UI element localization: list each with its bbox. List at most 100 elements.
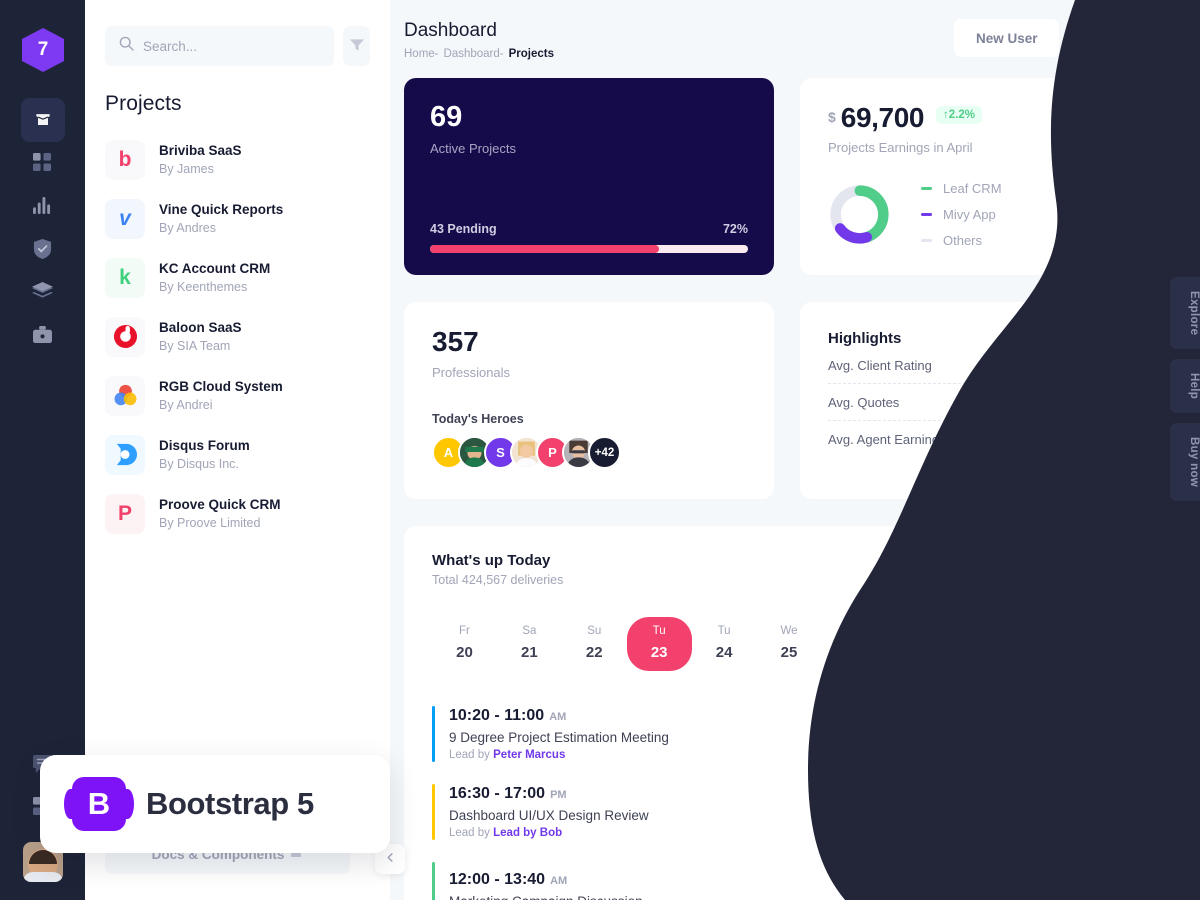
cards-area: 69 Active Projects 43 Pending 72% $ 69,7…	[390, 78, 1200, 900]
cube-icon[interactable]	[20, 97, 65, 142]
event-time: 10:20 - 11:00	[449, 707, 545, 724]
project-logo	[105, 434, 145, 475]
day-weekday: Fri	[912, 625, 926, 637]
briefcase-icon[interactable]	[21, 313, 65, 357]
event-name: Dashboard UI/UX Design Review	[449, 808, 649, 823]
app-logo[interactable]: 7	[22, 28, 64, 72]
day-cell[interactable]: Tu 24	[692, 617, 757, 671]
project-name: Proove Quick CRM	[159, 496, 281, 512]
highlight-suffix: /10	[1127, 357, 1146, 373]
avatar-more-count: +42	[594, 446, 615, 459]
list-item[interactable]: v Vine Quick Reports By Andres	[105, 189, 370, 248]
view-button[interactable]: View	[1081, 873, 1146, 900]
arrow-down-left-icon: ↙	[1098, 394, 1110, 409]
legend-swatch	[921, 186, 932, 190]
professionals-card: 357 Professionals Today's Heroes A S P +…	[404, 302, 774, 499]
day-weekday: Tu	[652, 625, 666, 637]
filter-button[interactable]	[343, 26, 370, 66]
day-cell[interactable]: Sa 21	[497, 617, 562, 671]
side-tab-buy-now[interactable]: Buy now	[1170, 423, 1200, 502]
list-item[interactable]: k KC Account CRM By Keenthemes	[105, 248, 370, 307]
event-color-bar	[432, 862, 435, 900]
project-owner: By Andrei	[159, 398, 213, 413]
new-goal-button[interactable]: New Goal	[1071, 18, 1175, 58]
avatar-initial: S	[496, 445, 505, 460]
highlight-row: Avg. Quotes ↙ 730	[828, 384, 1146, 421]
day-cell[interactable]: Fri 27	[886, 617, 951, 671]
breadcrumb-item[interactable]: Home-	[404, 48, 439, 60]
report-center-button[interactable]: Report Cecnter	[1023, 552, 1146, 588]
side-tab-explore[interactable]: Explore	[1170, 277, 1200, 350]
pending-label: 43 Pending	[430, 222, 497, 236]
list-item[interactable]: P Proove Quick CRM By Proove Limited	[105, 484, 370, 543]
bar-chart-icon[interactable]	[21, 184, 65, 228]
project-owner: By Proove Limited	[159, 516, 261, 531]
layers-icon[interactable]	[21, 270, 65, 314]
project-name: Disqus Forum	[159, 437, 250, 453]
whats-up-today-card: What's up Today Total 424,567 deliveries…	[404, 526, 1174, 900]
legend-label: Others	[943, 232, 983, 248]
event-lead-name[interactable]: Peter Marcus	[493, 749, 565, 761]
list-item: 12:00 - 13:40 AM Marketing Campaign Discu…	[432, 851, 1146, 900]
day-weekday: Th	[847, 625, 861, 637]
search-input[interactable]	[143, 38, 320, 54]
day-cell[interactable]: Tu 23	[626, 617, 692, 671]
shield-check-icon[interactable]	[21, 227, 65, 271]
highlight-value: 730	[1116, 394, 1139, 410]
day-cell[interactable]: Mo 30	[1081, 617, 1146, 671]
legend-item: Mivy App	[921, 201, 1002, 227]
grid-icon[interactable]	[21, 141, 65, 185]
view-button[interactable]: View	[1081, 717, 1146, 751]
day-number: 22	[585, 644, 603, 661]
new-user-button[interactable]: New User	[953, 19, 1060, 57]
active-projects-count: 69	[430, 101, 463, 133]
day-cell[interactable]: Th 26	[821, 617, 886, 671]
day-number: 23	[650, 644, 668, 661]
funnel-icon	[349, 38, 364, 55]
breadcrumb: Home- Dashboard- Projects	[404, 48, 554, 60]
cards-row-1: 69 Active Projects 43 Pending 72% $ 69,7…	[404, 78, 1175, 275]
highlights-card: Highlights Avg. Client Rating ↗ 7.8/10 A…	[800, 302, 1172, 499]
projects-title: Projects	[105, 92, 182, 115]
professionals-count: 357	[432, 326, 479, 357]
day-cell[interactable]: We 25	[757, 617, 822, 671]
progress-block: 43 Pending 72%	[430, 222, 748, 253]
day-number: 26	[845, 644, 863, 661]
rail-slot	[0, 97, 85, 142]
list-item[interactable]: Baloon SaaS By SIA Team	[105, 307, 370, 366]
project-logo: P	[105, 493, 145, 534]
active-projects-card: 69 Active Projects 43 Pending 72%	[404, 78, 774, 275]
legend-item: Others	[921, 227, 1002, 253]
day-weekday: Fr	[459, 625, 470, 637]
avatar-more[interactable]: +42	[588, 436, 621, 469]
day-number: 24	[715, 644, 733, 661]
legend-swatch	[921, 238, 932, 242]
day-cell[interactable]: Sa 28	[951, 617, 1016, 671]
earnings-amount: 69,700	[840, 102, 925, 133]
avatar-body	[22, 872, 63, 882]
legend-swatch	[921, 212, 932, 216]
list-item[interactable]: b Briviba SaaS By James	[105, 130, 370, 189]
event-color-bar	[432, 784, 435, 840]
breadcrumb-item[interactable]: Dashboard-	[444, 48, 504, 60]
progress-bar-fill	[430, 245, 659, 253]
view-button[interactable]: View	[1081, 795, 1146, 829]
day-cell[interactable]: Su 29	[1016, 617, 1081, 671]
day-cell[interactable]: Fr 20	[432, 617, 497, 671]
highlight-value-group: ↙ 730	[1099, 394, 1146, 410]
project-name: Briviba SaaS	[159, 142, 242, 158]
list-item[interactable]: RGB Cloud System By Andrei	[105, 366, 370, 425]
list-item: 10:20 - 11:00 AM 9 Degree Project Estimat…	[432, 695, 1146, 773]
search-box[interactable]	[105, 26, 334, 66]
side-tab-help[interactable]: Help	[1170, 359, 1200, 414]
event-lead-name[interactable]: Lead by Bob	[493, 827, 562, 839]
rail-slot	[0, 227, 85, 270]
earnings-values: $7,660 $2,820 $45,257	[1099, 175, 1146, 253]
list-item[interactable]: Disqus Forum By Disqus Inc.	[105, 425, 370, 484]
day-cell[interactable]: Su 22	[562, 617, 627, 671]
day-weekday: Sa	[522, 625, 537, 637]
day-number: 20	[456, 644, 473, 661]
day-number: 25	[780, 644, 798, 661]
project-logo	[105, 375, 145, 416]
day-weekday: Sa	[976, 625, 991, 637]
